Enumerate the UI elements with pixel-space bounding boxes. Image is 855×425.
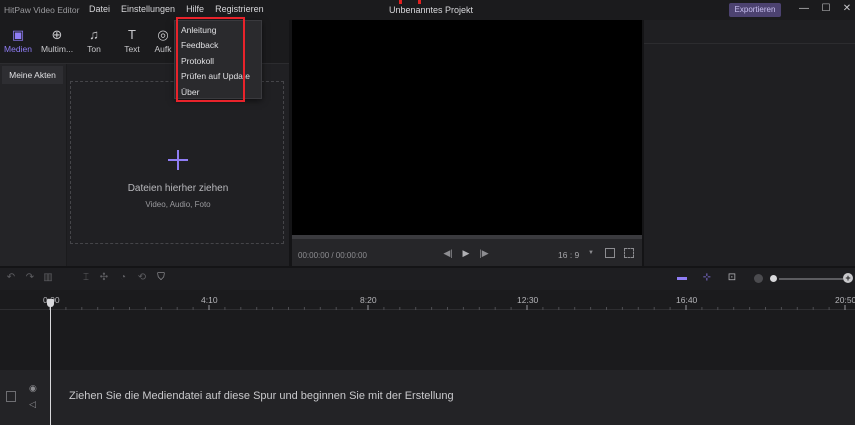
track-header: ◉ ◁ xyxy=(0,370,50,425)
music-note-icon: ♫ xyxy=(89,27,99,42)
maximize-icon[interactable]: ☐ xyxy=(819,2,833,16)
tab-aufkleber[interactable]: ◎ Aufk xyxy=(151,26,175,60)
export-button[interactable]: Exportieren xyxy=(729,3,781,17)
delete-icon[interactable]: ▥ xyxy=(42,272,54,284)
split-marker-icon[interactable]: ⊹ xyxy=(701,272,713,284)
zoom-slider[interactable] xyxy=(779,278,843,280)
eye-icon[interactable]: ◉ xyxy=(29,383,37,394)
properties-panel xyxy=(644,20,855,266)
close-icon[interactable]: ✕ xyxy=(840,2,854,16)
sidebar-item-meine-akten[interactable]: Meine Akten xyxy=(2,66,63,84)
chevron-down-icon[interactable]: ▼ xyxy=(588,250,594,256)
next-frame-icon[interactable]: |▶ xyxy=(478,248,490,259)
text-icon: T xyxy=(128,27,136,42)
red-marker xyxy=(418,0,421,4)
tab-ton[interactable]: ♫ Ton xyxy=(77,26,111,60)
speed-icon[interactable]: ◔ xyxy=(117,272,129,284)
app-title: HitPaw Video Editor xyxy=(4,5,80,15)
ruler-label: 8:20 xyxy=(360,295,377,305)
divider xyxy=(644,43,855,44)
sticker-icon: ◎ xyxy=(157,27,169,42)
tab-multimedia[interactable]: ⊕ Multim... xyxy=(38,26,76,60)
red-marker xyxy=(399,0,402,4)
highlight-box xyxy=(176,17,245,102)
ruler-ticks xyxy=(49,305,846,310)
aspect-ratio-select[interactable]: 16 : 9 xyxy=(558,250,579,260)
speaker-icon[interactable]: ◁ xyxy=(29,399,36,410)
ruler-label: 4:10 xyxy=(201,295,218,305)
tab-label: Ton xyxy=(87,44,101,54)
media-sidebar: Meine Akten xyxy=(0,64,66,266)
dropzone-subtitle: Video, Audio, Foto xyxy=(145,200,211,209)
playhead-handle[interactable] xyxy=(47,299,54,307)
snap-icon[interactable]: ▬ xyxy=(674,272,690,284)
zoom-out-icon[interactable] xyxy=(754,274,763,283)
timecode: 00:00:00 / 00:00:00 xyxy=(298,251,367,260)
tab-label: Text xyxy=(124,44,140,54)
crop-icon[interactable]: ✣ xyxy=(98,272,110,284)
film-icon xyxy=(6,391,16,402)
shield-icon[interactable]: ⛉ xyxy=(155,272,167,284)
play-icon[interactable]: ▶ xyxy=(460,248,472,259)
split-icon[interactable]: ⌶ xyxy=(80,272,92,284)
menu-einstellungen[interactable]: Einstellungen xyxy=(121,4,181,14)
timeline-ruler[interactable]: 0:00 4:10 8:20 12:30 16:40 20:50 xyxy=(0,290,855,310)
dropzone-title: Dateien hierher ziehen xyxy=(127,183,229,194)
zoom-slider-handle[interactable] xyxy=(770,275,777,282)
playhead[interactable] xyxy=(50,299,51,425)
tab-label: Aufk xyxy=(154,44,172,54)
tab-text[interactable]: T Text xyxy=(115,26,149,60)
menu-bar: Datei Einstellungen Hilfe Registrieren xyxy=(89,4,270,14)
preview-progress-bar[interactable] xyxy=(292,235,642,239)
menu-registrieren[interactable]: Registrieren xyxy=(215,4,270,14)
timeline-track-area[interactable] xyxy=(0,311,855,370)
ruler-label: 16:40 xyxy=(676,295,698,305)
project-title[interactable]: Unbenanntes Projekt xyxy=(389,5,473,15)
menu-hilfe[interactable]: Hilfe xyxy=(186,4,210,14)
ruler-label: 12:30 xyxy=(517,295,539,305)
tab-label: Multim... xyxy=(40,44,74,54)
rotate-icon[interactable]: ⟲ xyxy=(136,272,148,284)
globe-icon: ⊕ xyxy=(51,27,63,42)
minimize-icon[interactable]: — xyxy=(797,2,811,16)
undo-icon[interactable]: ↶ xyxy=(5,272,17,284)
previous-frame-icon[interactable]: ◀| xyxy=(442,248,454,259)
track-hint: Ziehen Sie die Mediendatei auf diese Spu… xyxy=(69,390,454,402)
fit-timeline-icon[interactable]: ⊡ xyxy=(726,272,738,284)
ruler-label: 20:50 xyxy=(835,295,855,305)
snapshot-icon[interactable] xyxy=(605,248,615,258)
timeline-toolbar: ↶ ↷ ▥ ⌶ ✣ ◔ ⟲ ⛉ ▬ ⊹ ⊡ + xyxy=(0,266,855,290)
media-dropzone[interactable]: Dateien hierher ziehen Video, Audio, Fot… xyxy=(70,81,284,244)
tab-label: Medien xyxy=(4,44,32,54)
fullscreen-icon[interactable] xyxy=(624,248,634,258)
tab-medien[interactable]: ▣ Medien xyxy=(1,26,35,60)
redo-icon[interactable]: ↷ xyxy=(24,272,36,284)
media-icon: ▣ xyxy=(11,27,25,42)
preview-player: 00:00:00 / 00:00:00 ◀| ▶ |▶ 16 : 9 ▼ xyxy=(292,20,642,266)
plus-icon[interactable] xyxy=(168,150,188,170)
menu-datei[interactable]: Datei xyxy=(89,4,116,14)
title-bar: HitPaw Video Editor Datei Einstellungen … xyxy=(0,0,855,20)
zoom-in-icon[interactable]: + xyxy=(843,273,853,283)
